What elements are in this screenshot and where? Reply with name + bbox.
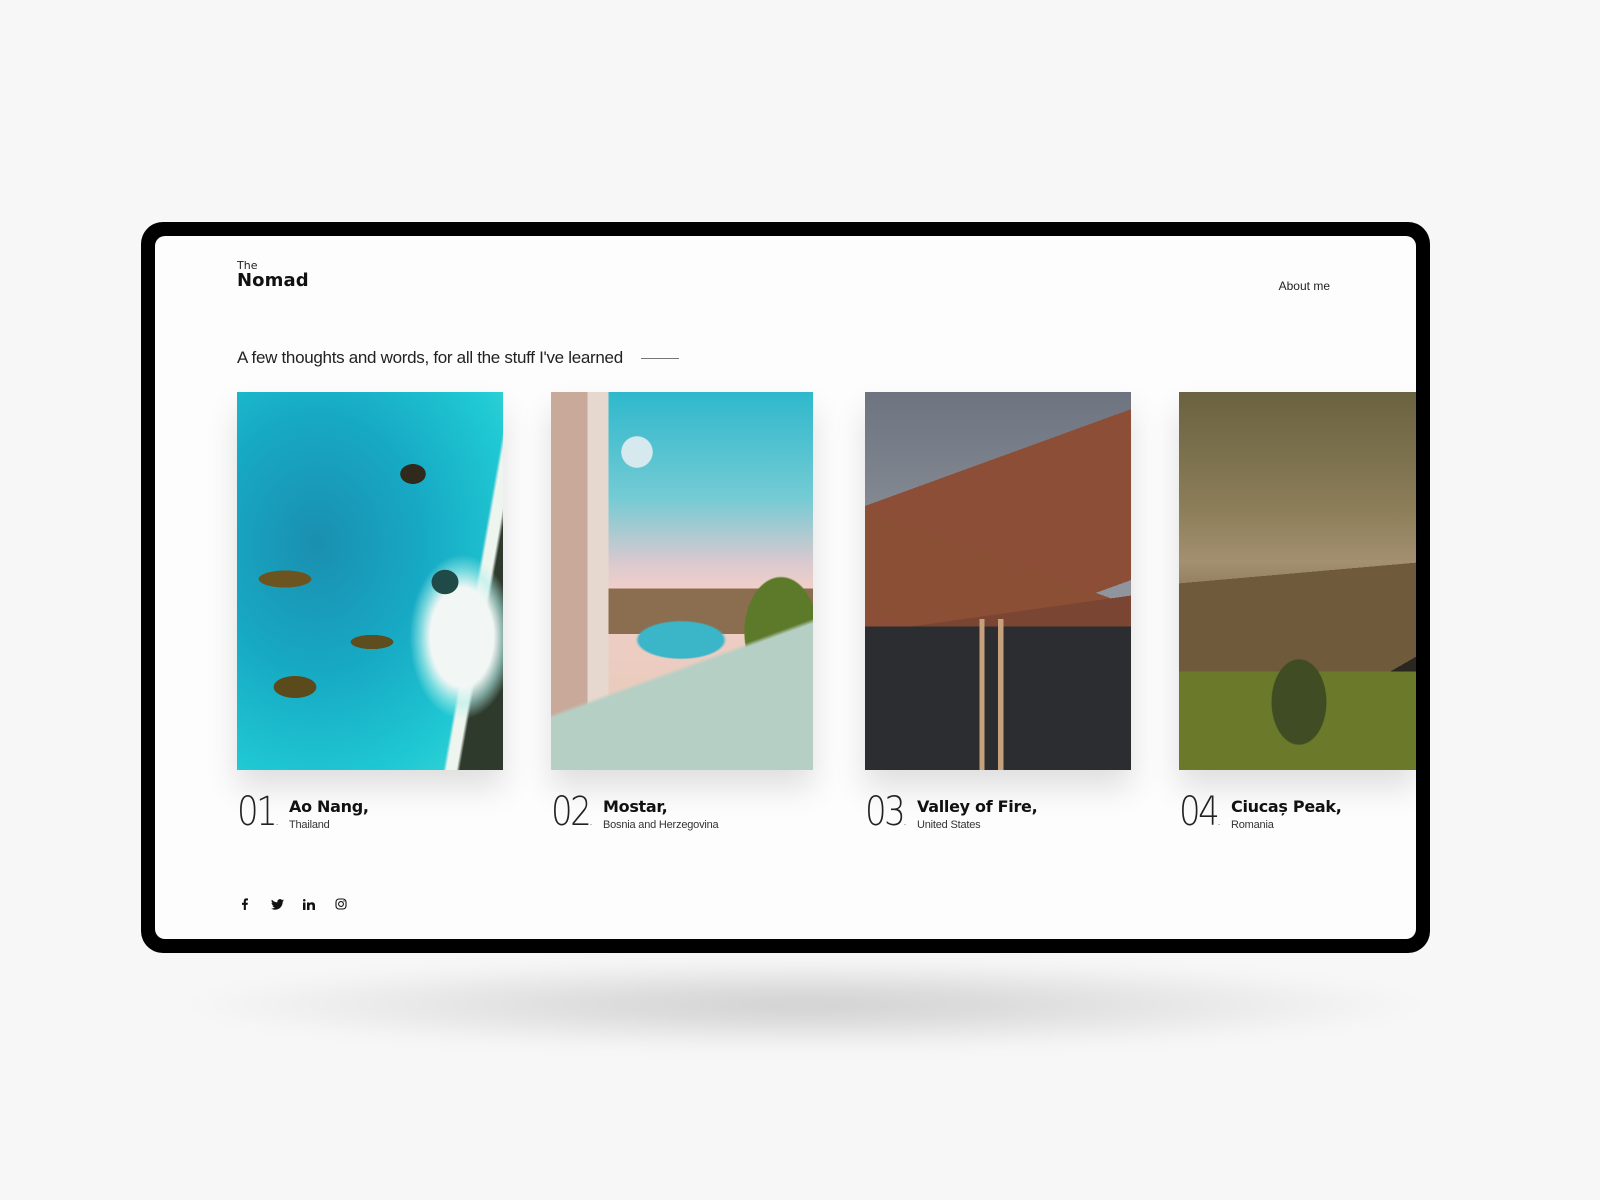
card-title[interactable]: Valley of Fire, (917, 798, 1038, 816)
tagline-section: A few thoughts and words, for all the st… (237, 348, 679, 368)
card-meta: 02. Mostar, Bosnia and Herzegovina (551, 792, 719, 832)
card-number-value: 02 (551, 789, 592, 835)
card-image-valley-of-fire[interactable] (865, 392, 1131, 770)
linkedin-icon (303, 898, 315, 910)
card-number-value: 04 (1179, 789, 1220, 835)
card-number-dot: . (275, 813, 279, 829)
card-image-ao-nang[interactable] (237, 392, 503, 770)
nav-about-me-link[interactable]: About me (1279, 279, 1330, 293)
facebook-icon (241, 898, 249, 910)
twitter-link[interactable] (269, 896, 285, 912)
card-subtitle: Romania (1231, 818, 1274, 831)
card-text: Ciucaș Peak, Romania (1231, 792, 1342, 831)
tagline-divider (640, 357, 679, 359)
device-frame: The Nomad About me A few thoughts and wo… (141, 222, 1430, 953)
linkedin-link[interactable] (301, 896, 317, 912)
instagram-icon (335, 898, 347, 910)
card-title[interactable]: Ciucaș Peak, (1231, 798, 1342, 816)
card-meta: 04. Ciucaș Peak, Romania (1179, 792, 1342, 832)
card-title[interactable]: Mostar, (603, 798, 718, 816)
twitter-icon (270, 898, 284, 910)
card-subtitle: Thailand (289, 818, 330, 831)
card-image-ciucas-peak[interactable] (1179, 392, 1416, 770)
card-subtitle: United States (917, 818, 981, 831)
card-number-dot: . (1217, 813, 1221, 829)
card-number-dot: . (589, 813, 593, 829)
site-logo[interactable]: The Nomad (237, 260, 309, 290)
card-number: 02. (551, 792, 595, 832)
destination-card-valley-of-fire[interactable]: 03. Valley of Fire, United States (865, 392, 1131, 832)
tagline-text: A few thoughts and words, for all the st… (237, 348, 623, 367)
website-screen: The Nomad About me A few thoughts and wo… (155, 236, 1416, 939)
instagram-link[interactable] (333, 896, 349, 912)
card-number-value: 03 (865, 789, 906, 835)
card-text: Ao Nang, Thailand (289, 792, 369, 831)
social-links (237, 896, 349, 912)
card-number: 01. (237, 792, 281, 832)
card-subtitle: Bosnia and Herzegovina (603, 818, 719, 831)
card-number-dot: . (903, 813, 907, 829)
destination-card-mostar[interactable]: 02. Mostar, Bosnia and Herzegovina (551, 392, 813, 832)
card-number-value: 01 (237, 789, 278, 835)
destination-card-ciucas-peak[interactable]: 04. Ciucaș Peak, Romania (1179, 392, 1416, 832)
card-meta: 03. Valley of Fire, United States (865, 792, 1038, 832)
card-meta: 01. Ao Nang, Thailand (237, 792, 369, 832)
card-number: 03. (865, 792, 909, 832)
card-text: Mostar, Bosnia and Herzegovina (603, 792, 719, 831)
device-shadow (190, 960, 1420, 1050)
card-title[interactable]: Ao Nang, (289, 798, 369, 816)
destination-card-ao-nang[interactable]: 01. Ao Nang, Thailand (237, 392, 503, 832)
card-text: Valley of Fire, United States (917, 792, 1038, 831)
facebook-link[interactable] (237, 896, 253, 912)
card-image-mostar[interactable] (551, 392, 813, 770)
card-number: 04. (1179, 792, 1223, 832)
logo-name: Nomad (237, 270, 309, 291)
